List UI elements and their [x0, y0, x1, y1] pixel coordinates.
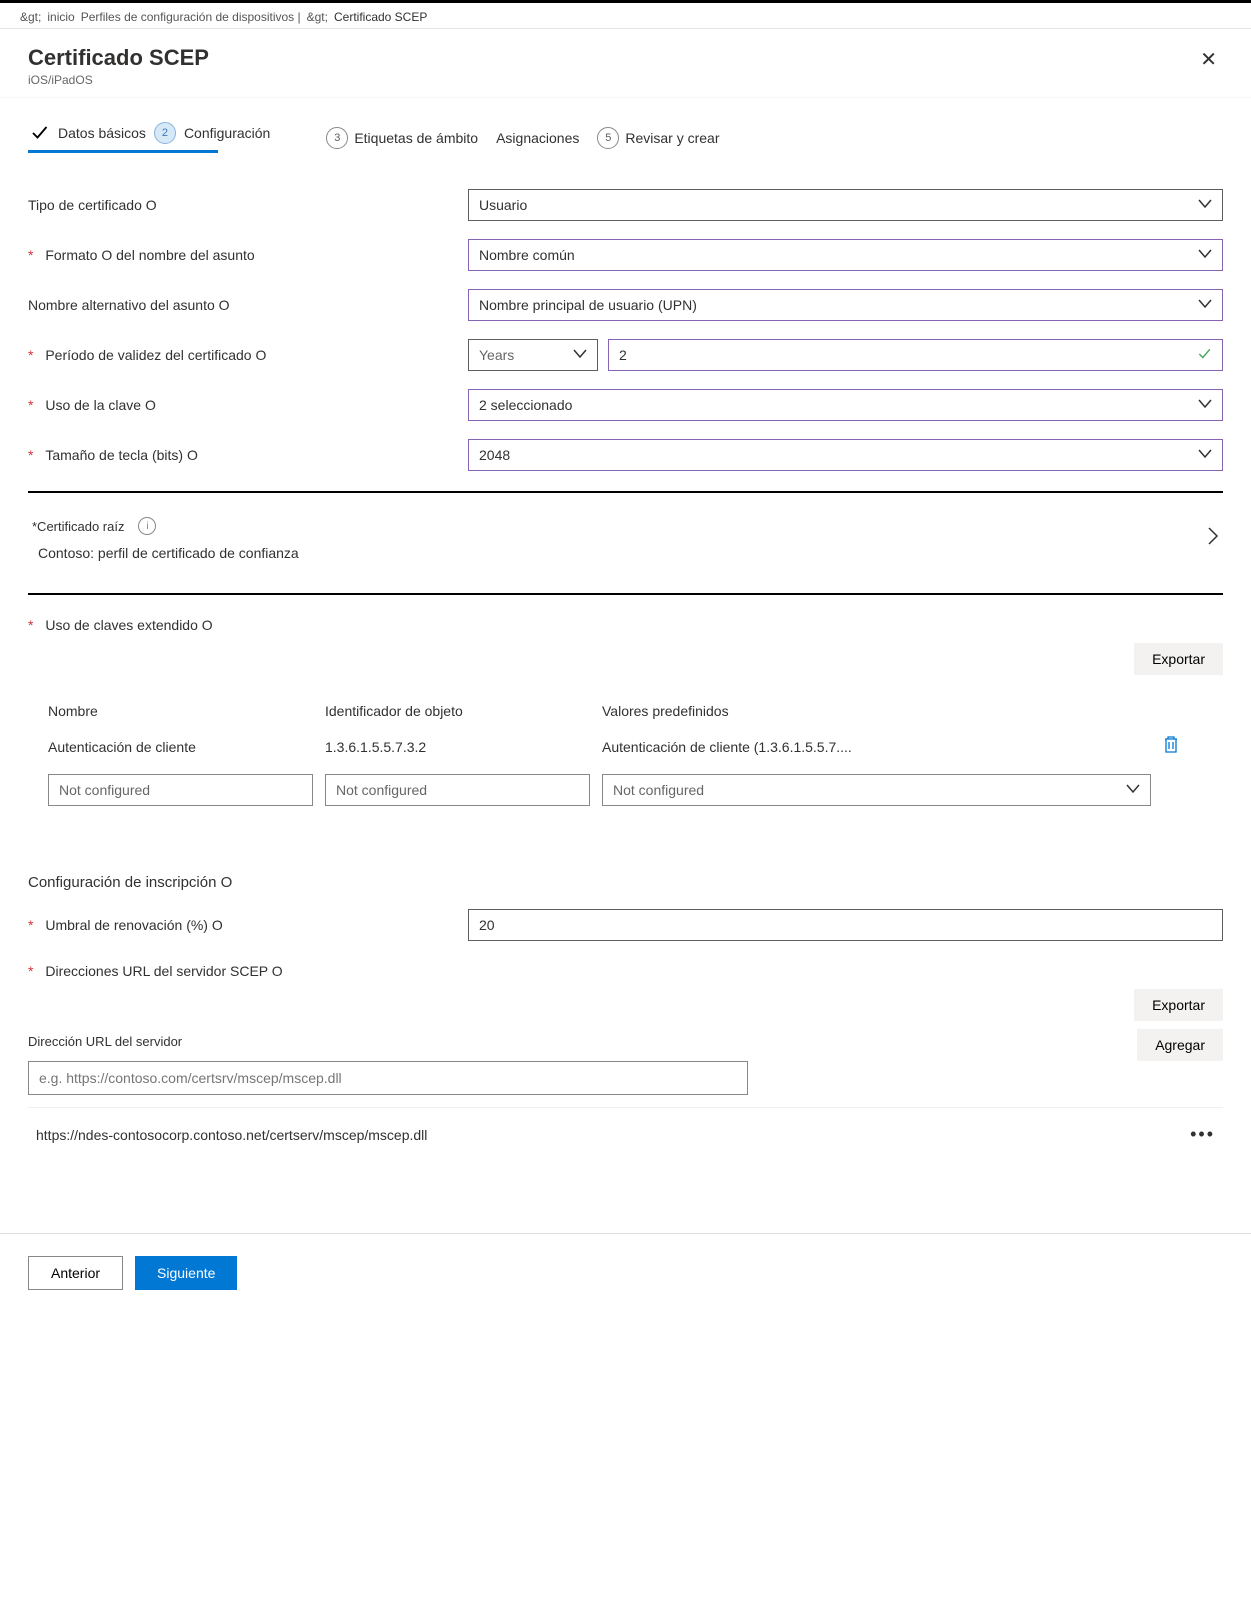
scep-url-export-button[interactable]: Exportar	[1134, 989, 1223, 1021]
step-assignments[interactable]: Asignaciones	[496, 130, 579, 146]
check-icon	[28, 122, 50, 144]
breadcrumb: &gt; inicio Perfiles de configuración de…	[0, 3, 1251, 29]
panel-header: Certificado SCEP iOS/iPadOS ✕	[0, 29, 1251, 98]
root-cert-value: Contoso: perfil de certificado de confia…	[32, 545, 299, 561]
key-usage-value: 2 seleccionado	[479, 397, 572, 413]
eku-col-name: Nombre	[48, 703, 313, 719]
chevron-down-icon	[1198, 298, 1212, 312]
eku-row-preset: Autenticación de cliente (1.3.6.1.5.5.7.…	[602, 739, 1151, 755]
prev-button[interactable]: Anterior	[28, 1256, 123, 1290]
validity-label: Período de validez del certificado O	[45, 347, 266, 363]
cert-type-value: Usuario	[479, 197, 527, 213]
root-cert-label: *Certificado raíz	[32, 519, 124, 534]
cert-type-label: Tipo de certificado O	[28, 197, 468, 213]
key-size-label: Tamaño de tecla (bits) O	[45, 447, 198, 463]
key-usage-select[interactable]: 2 seleccionado	[468, 389, 1223, 421]
step-basics[interactable]: Datos básicos	[58, 125, 146, 141]
eku-row-oid: 1.3.6.1.5.5.7.3.2	[325, 739, 590, 755]
page-title: Certificado SCEP	[28, 45, 209, 71]
more-icon[interactable]: •••	[1190, 1124, 1215, 1145]
wizard-steps: Datos básicos 2 Configuración 3 Etiqueta…	[28, 122, 1223, 153]
chevron-down-icon	[1198, 198, 1212, 212]
breadcrumb-home[interactable]: inicio	[47, 10, 74, 24]
wizard-footer: Anterior Siguiente	[0, 1233, 1251, 1312]
eku-export-button[interactable]: Exportar	[1134, 643, 1223, 675]
san-select[interactable]: Nombre principal de usuario (UPN)	[468, 289, 1223, 321]
eku-row: Autenticación de cliente 1.3.6.1.5.5.7.3…	[28, 727, 1223, 766]
eku-oid-placeholder: Not configured	[336, 782, 427, 798]
chevron-down-icon	[1126, 783, 1140, 797]
breadcrumb-sep: &gt;	[20, 10, 41, 24]
step-3-circle: 3	[326, 127, 348, 149]
renewal-threshold-label: Umbral de renovación (%) O	[45, 917, 222, 933]
breadcrumb-current: Certificado SCEP	[334, 10, 427, 24]
chevron-down-icon	[1198, 398, 1212, 412]
chevron-right-icon[interactable]	[1207, 526, 1219, 552]
step-5-circle: 5	[597, 127, 619, 149]
enrollment-title: Configuración de inscripción O	[28, 874, 1223, 891]
renewal-threshold-value: 20	[479, 917, 495, 933]
key-usage-label: Uso de la clave O	[45, 397, 156, 413]
delete-icon[interactable]	[1163, 735, 1203, 758]
san-label: Nombre alternativo del asunto O	[28, 297, 468, 313]
key-size-value: 2048	[479, 447, 510, 463]
eku-preset-placeholder: Not configured	[613, 782, 704, 798]
eku-oid-input[interactable]: Not configured	[325, 774, 590, 806]
scep-url-add-button[interactable]: Agregar	[1137, 1029, 1223, 1061]
renewal-threshold-input[interactable]: 20	[468, 909, 1223, 941]
eku-title: Uso de claves extendido O	[45, 617, 212, 633]
key-size-select[interactable]: 2048	[468, 439, 1223, 471]
san-value: Nombre principal de usuario (UPN)	[479, 297, 697, 313]
cert-type-select[interactable]: Usuario	[468, 189, 1223, 221]
root-cert-row[interactable]: *Certificado raíz i Contoso: perfil de c…	[28, 513, 1223, 573]
subject-format-select[interactable]: Nombre común	[468, 239, 1223, 271]
breadcrumb-profiles[interactable]: Perfiles de configuración de dispositivo…	[81, 10, 301, 24]
next-button[interactable]: Siguiente	[135, 1256, 237, 1290]
eku-table: Nombre Identificador de objeto Valores p…	[28, 695, 1223, 814]
page-subtitle: iOS/iPadOS	[28, 73, 209, 87]
chevron-down-icon	[1198, 248, 1212, 262]
validity-unit-select[interactable]: Years	[468, 339, 598, 371]
info-icon[interactable]: i	[138, 517, 156, 535]
server-url-value: https://ndes-contosocorp.contoso.net/cer…	[36, 1127, 427, 1143]
server-url-row: https://ndes-contosocorp.contoso.net/cer…	[28, 1107, 1223, 1153]
breadcrumb-sep2: &gt;	[307, 10, 328, 24]
step-review-create[interactable]: Revisar y crear	[625, 130, 719, 146]
eku-name-placeholder: Not configured	[59, 782, 150, 798]
validity-value: 2	[619, 347, 627, 363]
validity-value-input[interactable]: 2	[608, 339, 1223, 371]
chevron-down-icon	[1198, 448, 1212, 462]
step-configuration[interactable]: Configuración	[184, 125, 270, 141]
server-url-field[interactable]	[39, 1070, 737, 1086]
close-icon[interactable]: ✕	[1194, 45, 1223, 74]
chevron-down-icon	[573, 348, 587, 362]
subject-format-value: Nombre común	[479, 247, 575, 263]
check-icon	[1196, 347, 1212, 364]
eku-col-preset: Valores predefinidos	[602, 703, 1151, 719]
step-scope-tags[interactable]: Etiquetas de ámbito	[354, 130, 478, 146]
server-url-column-label: Dirección URL del servidor	[28, 1034, 182, 1049]
eku-name-input[interactable]: Not configured	[48, 774, 313, 806]
eku-preset-select[interactable]: Not configured	[602, 774, 1151, 806]
eku-col-oid: Identificador de objeto	[325, 703, 590, 719]
step-2-circle: 2	[154, 122, 176, 144]
server-url-input[interactable]	[28, 1061, 748, 1095]
validity-unit-value: Years	[479, 347, 514, 363]
scep-url-label: Direcciones URL del servidor SCEP O	[45, 963, 282, 979]
subject-format-label: Formato O del nombre del asunto	[45, 247, 254, 263]
eku-row-name: Autenticación de cliente	[48, 739, 313, 755]
